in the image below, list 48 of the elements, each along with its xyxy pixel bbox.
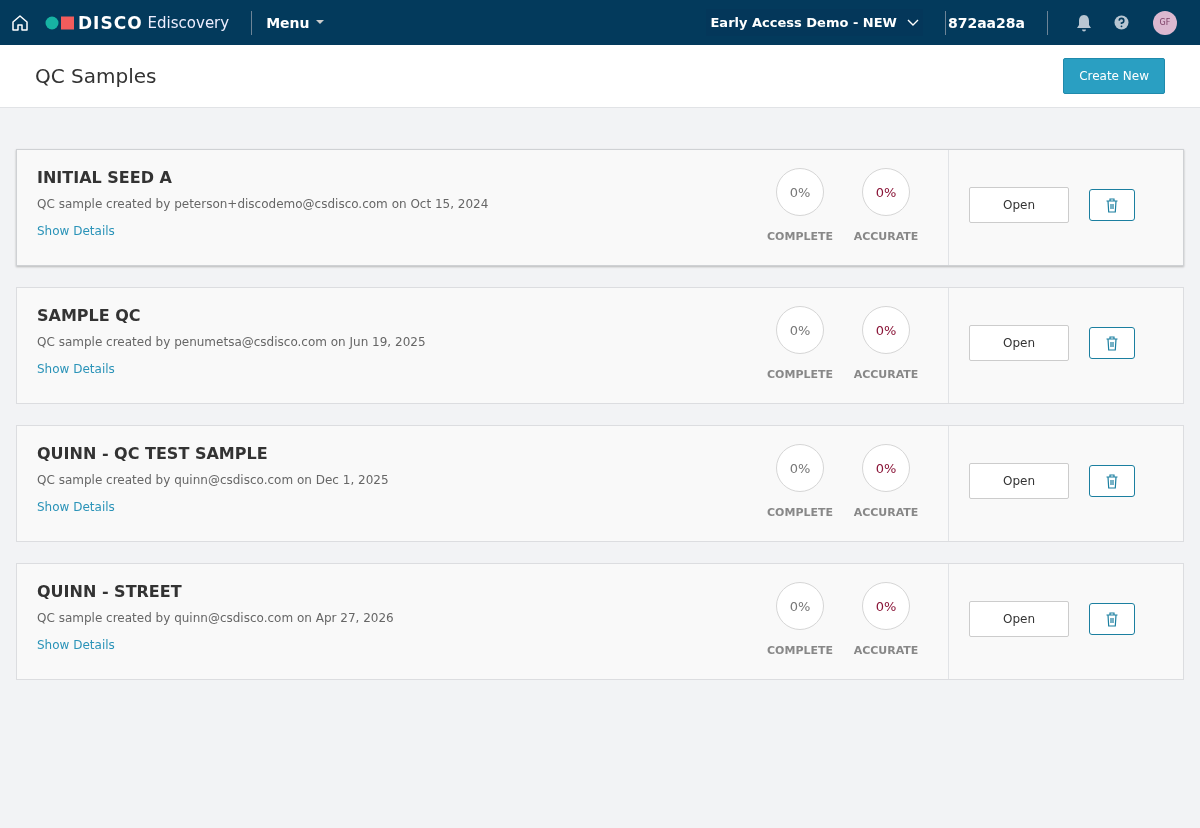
open-button[interactable]: Open — [969, 187, 1069, 223]
logo-text: DISCO — [78, 12, 143, 33]
open-button[interactable]: Open — [969, 463, 1069, 499]
percent-circle: 0% — [862, 582, 910, 630]
delete-button[interactable] — [1089, 603, 1135, 635]
metric-label: COMPLETE — [767, 230, 833, 243]
metric-label: COMPLETE — [767, 368, 833, 381]
sample-title: INITIAL SEED A — [37, 168, 173, 187]
workspace-code: 872aa28a — [947, 14, 1025, 31]
delete-button[interactable] — [1089, 465, 1135, 497]
percent-circle: 0% — [862, 168, 910, 216]
percent-circle: 0% — [776, 306, 824, 354]
trash-icon — [1106, 473, 1118, 489]
sample-title: QUINN - STREET — [37, 582, 183, 601]
sample-title: SAMPLE QC — [37, 306, 142, 325]
menu-button[interactable]: Menu — [264, 14, 324, 31]
metric-label: ACCURATE — [853, 644, 919, 657]
sample-description: QC sample created by penumetsa@csdisco.com on Jun 19, 2025 — [37, 335, 427, 349]
delete-button[interactable] — [1089, 327, 1135, 359]
percent-circle: 0% — [862, 444, 910, 492]
trash-icon — [1106, 335, 1118, 351]
metric-label: COMPLETE — [767, 506, 833, 519]
trash-icon — [1106, 197, 1118, 213]
percent-circle: 0% — [862, 306, 910, 354]
percent-circle: 0% — [776, 444, 824, 492]
percent-circle: 0% — [776, 168, 824, 216]
logo-icon — [45, 15, 75, 30]
metric-label: COMPLETE — [767, 644, 833, 657]
caret-icon — [315, 20, 324, 25]
chevron-icon — [906, 19, 919, 26]
open-button[interactable]: Open — [969, 601, 1069, 637]
trash-icon — [1106, 611, 1118, 627]
metric-label: ACCURATE — [853, 368, 919, 381]
sample-description: QC sample created by quinn@csdisco.com on Dec 1, 2025 — [37, 473, 390, 487]
sample-description: QC sample created by peterson+discodemo@csdisco.com on Oct 15, 2024 — [37, 197, 490, 211]
sample-title: QUINN - QC TEST SAMPLE — [37, 444, 269, 463]
bell-icon[interactable] — [1076, 13, 1092, 32]
product-name: Ediscovery — [147, 13, 230, 32]
percent-circle: 0% — [776, 582, 824, 630]
open-button[interactable]: Open — [969, 325, 1069, 361]
metric-label: ACCURATE — [853, 230, 919, 243]
help-icon[interactable] — [1114, 15, 1129, 30]
metric-label: ACCURATE — [853, 506, 919, 519]
home-icon[interactable] — [11, 13, 29, 32]
user-avatar[interactable]: GF — [1153, 10, 1177, 35]
sample-description: QC sample created by quinn@csdisco.com on Apr 27, 2026 — [37, 611, 395, 625]
delete-button[interactable] — [1089, 189, 1135, 221]
page-title: QC Samples — [35, 64, 157, 88]
